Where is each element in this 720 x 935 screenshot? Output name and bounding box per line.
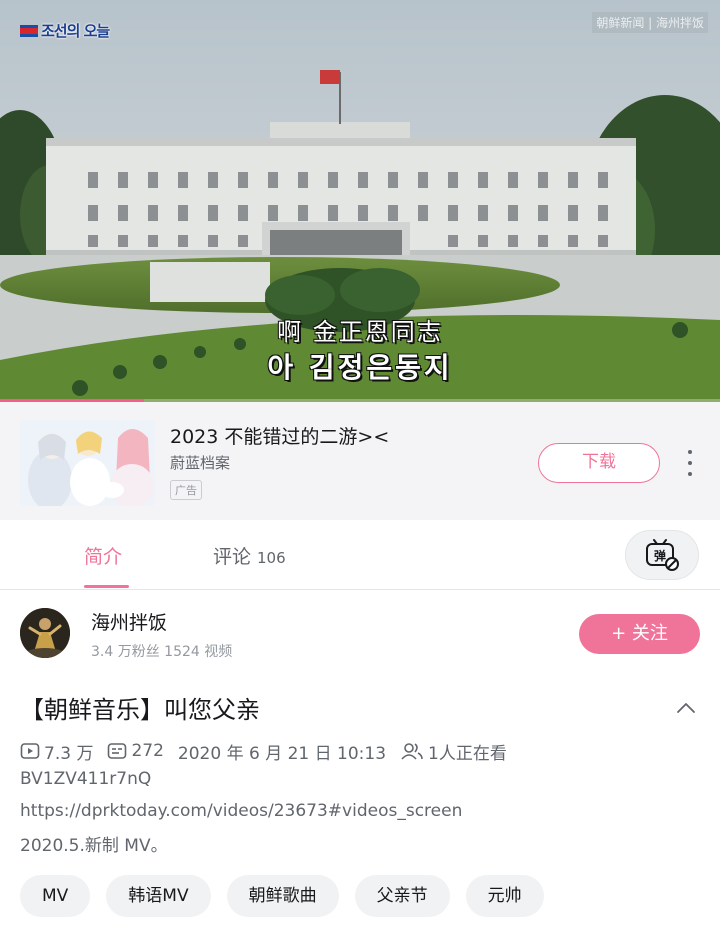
- tag-marshal[interactable]: 元帅: [465, 875, 544, 917]
- uploader-stats: 3.4 万粉丝 1524 视频: [91, 644, 233, 660]
- channel-logo: 조선의 오늘: [20, 20, 110, 41]
- video-player[interactable]: 조선의 오늘 朝鲜新闻 | 海州拌饭 啊 金正恩同志 아 김정은동지: [0, 0, 720, 402]
- tab-intro[interactable]: 简介: [84, 542, 122, 569]
- uploader-row: 海州拌饭 3.4 万粉丝 1524 视频 + 关注: [0, 590, 720, 680]
- video-meta: 7.3 万 272 2020 年 6 月 21 日 10:13 1人正在看: [20, 739, 521, 764]
- detail-tabs: 简介 评论 106 弹: [0, 520, 720, 590]
- ad-badge: 广告: [170, 480, 202, 500]
- bvid[interactable]: BV1ZV411r7nQ: [20, 769, 151, 789]
- tag-mv[interactable]: MV: [20, 875, 91, 917]
- danmaku-count-value: 272: [131, 741, 164, 761]
- play-count-icon: [20, 743, 40, 759]
- follow-button[interactable]: + 关注: [579, 614, 700, 654]
- ad-card[interactable]: 2023 不能错过的二游>< 蔚蓝档案 广告 下载: [0, 402, 720, 520]
- subtitle-chinese: 啊 金正恩同志: [277, 318, 443, 346]
- ad-thumbnail-art: [20, 420, 155, 506]
- flag-icon: [20, 24, 38, 37]
- danmaku-toggle-button[interactable]: 弹: [625, 530, 699, 580]
- ad-publisher: 蔚蓝档案: [170, 454, 231, 472]
- video-description: 2020.5.新制 MV。: [20, 836, 168, 856]
- danmaku-glyph: 弹: [654, 548, 666, 563]
- tab-intro-label: 简介: [84, 546, 123, 568]
- danmaku-off-icon: 弹: [646, 539, 679, 571]
- ad-thumbnail[interactable]: [20, 420, 155, 506]
- ad-download-button[interactable]: 下载: [538, 443, 660, 483]
- channel-logo-text: 조선의 오늘: [41, 22, 110, 40]
- publish-time: 2020 年 6 月 21 日 10:13: [177, 743, 387, 764]
- danmaku-count-icon: [108, 743, 127, 759]
- chevron-up-icon[interactable]: [676, 700, 696, 714]
- tag-dprk-song[interactable]: 朝鲜歌曲: [226, 875, 339, 917]
- tab-active-indicator: [84, 585, 129, 588]
- tab-comments-label: 评论: [213, 546, 252, 568]
- tag-korean-mv[interactable]: 韩语MV: [106, 875, 211, 917]
- tag-list: MV 韩语MV 朝鲜歌曲 父亲节 元帅: [20, 875, 544, 919]
- more-vertical-icon[interactable]: [686, 450, 694, 476]
- ad-title[interactable]: 2023 不能错过的二游><: [170, 422, 389, 449]
- viewers-icon: [401, 743, 423, 760]
- video-watermark: 朝鲜新闻 | 海州拌饭: [592, 12, 708, 33]
- view-count: 7.3 万: [20, 739, 93, 764]
- tag-fathers-day[interactable]: 父亲节: [354, 875, 450, 917]
- tab-comments[interactable]: 评论 106: [213, 542, 286, 569]
- view-count-value: 7.3 万: [44, 743, 94, 764]
- tab-comments-count: 106: [257, 549, 286, 567]
- watching-now-value: 1人正在看: [428, 743, 507, 764]
- watching-now: 1人正在看: [400, 739, 507, 764]
- uploader-name[interactable]: 海州拌饭: [91, 608, 167, 635]
- avatar[interactable]: [20, 608, 70, 658]
- subtitle-korean: 아 김정은동지: [267, 351, 453, 384]
- avatar-image: [20, 608, 70, 658]
- video-title: 【朝鲜音乐】叫您父亲: [20, 696, 260, 724]
- danmaku-count: 272: [107, 741, 164, 761]
- source-url-link[interactable]: https://dprktoday.com/videos/23673#video…: [20, 801, 462, 821]
